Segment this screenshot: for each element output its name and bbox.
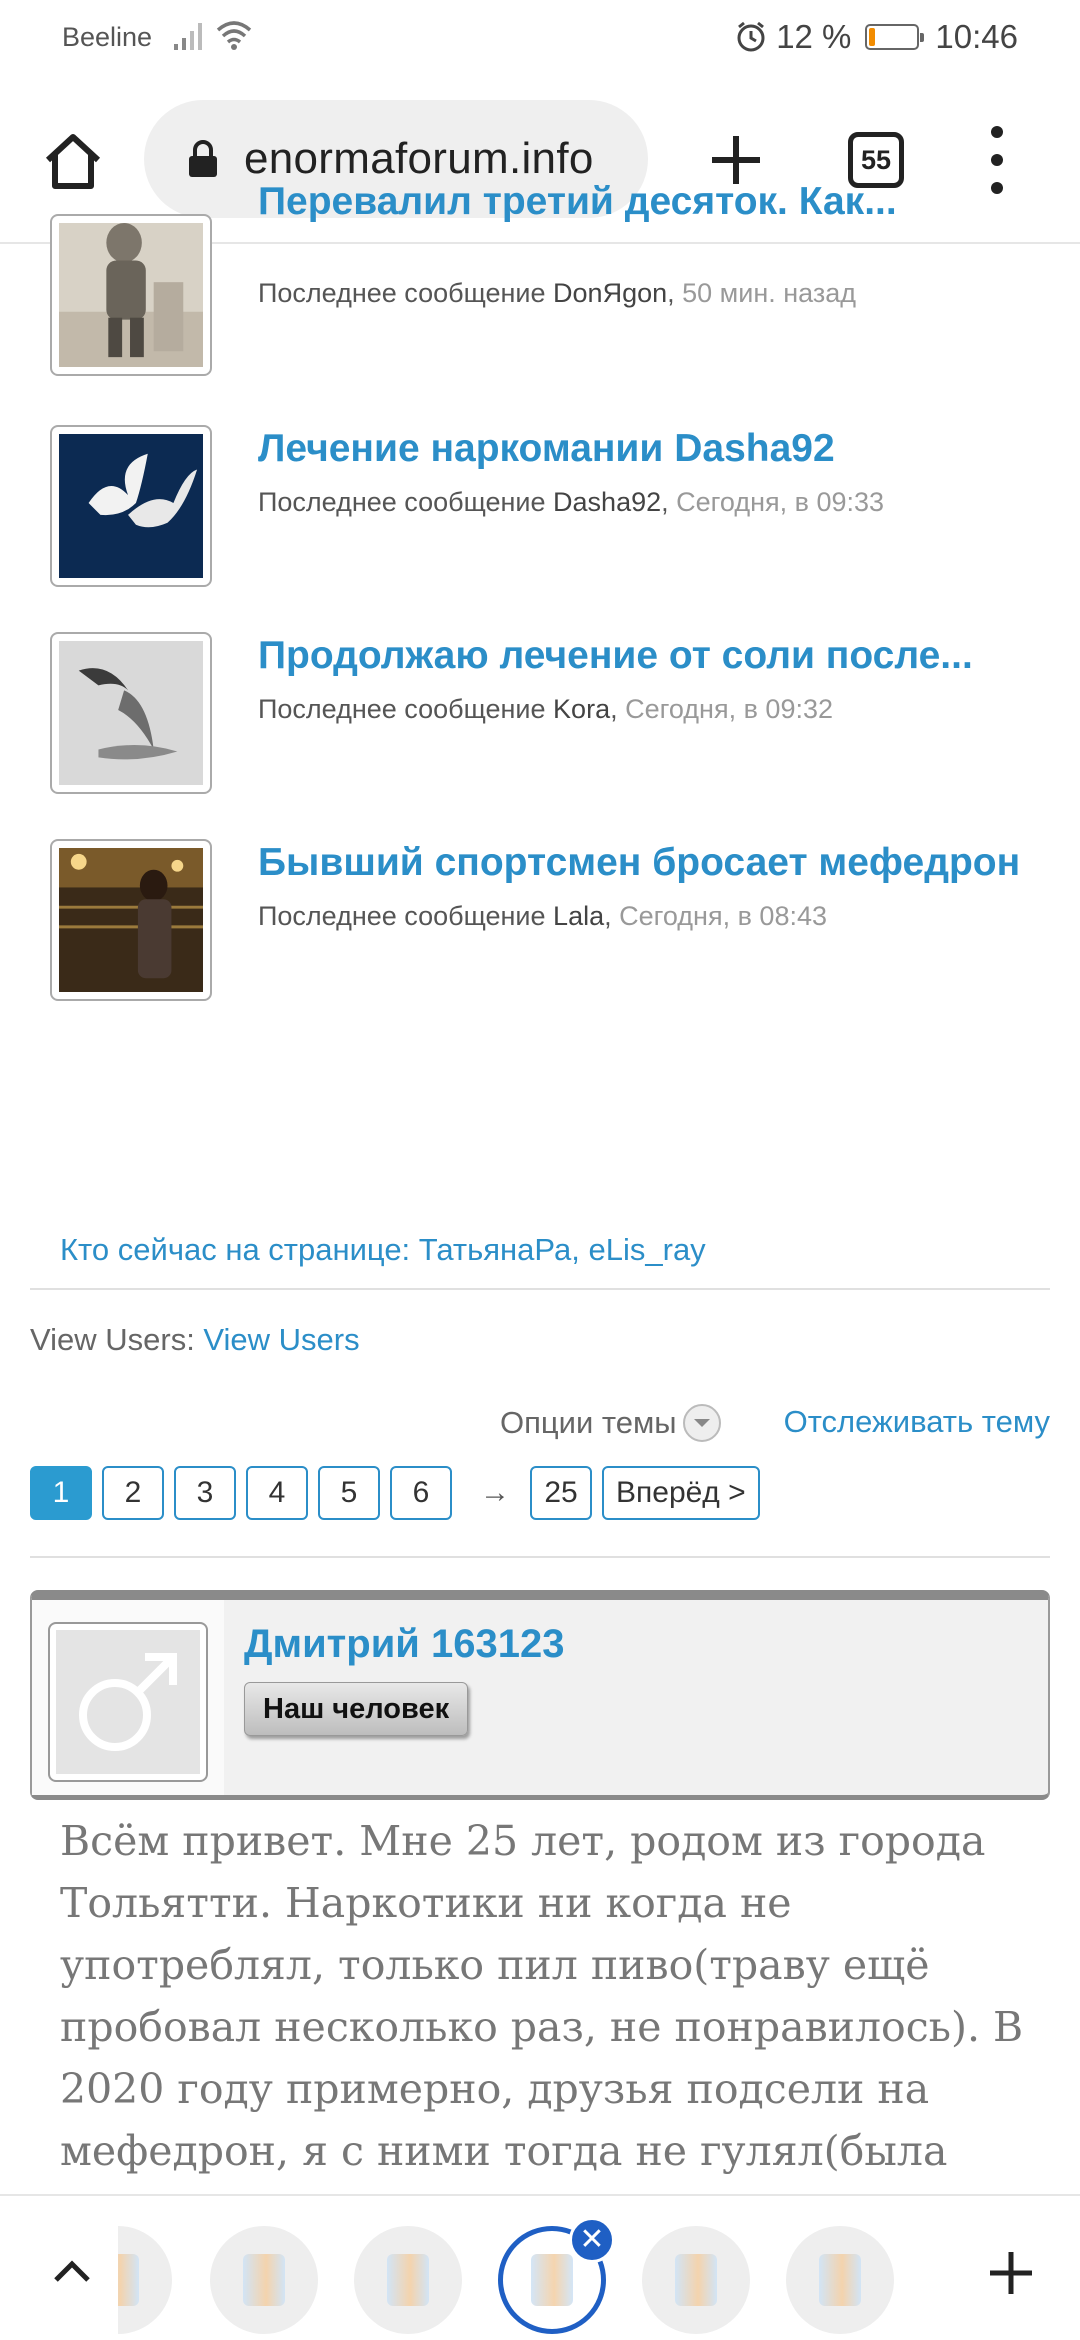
- tab-thumbnail[interactable]: [354, 2226, 462, 2334]
- person-photo: [59, 848, 203, 992]
- home-icon[interactable]: [40, 128, 106, 194]
- thread-item[interactable]: Продолжаю лечение от соли после... После…: [50, 632, 1050, 796]
- clock: 10:46: [935, 18, 1018, 55]
- user-rank-badge: Наш человек: [244, 1682, 469, 1736]
- thread-meta: Последнее сообщение Kora, Сегодня, в 09:…: [258, 694, 834, 724]
- next-page-button[interactable]: Вперёд >: [602, 1466, 760, 1520]
- child-photo: [59, 223, 203, 367]
- new-tab-icon[interactable]: [986, 2248, 1036, 2298]
- thread-thumbnail[interactable]: [50, 632, 212, 794]
- tab-thumbnail[interactable]: [642, 2226, 750, 2334]
- follow-topic-link[interactable]: Отслеживать тему: [784, 1404, 1050, 1440]
- battery-icon: [865, 24, 925, 50]
- thread-item[interactable]: Перевалил третий десяток. Как... Последн…: [50, 180, 1050, 378]
- browser-menu-icon[interactable]: [982, 126, 1012, 194]
- post-author[interactable]: Дмитрий 163123: [244, 1622, 564, 1667]
- topic-options-label[interactable]: Опции темы: [500, 1405, 677, 1441]
- view-users: View Users: View Users: [30, 1322, 360, 1358]
- divider: [30, 1556, 1050, 1558]
- avatar[interactable]: [48, 1622, 208, 1782]
- wifi-icon: [216, 21, 252, 50]
- last-post-time: Сегодня, в 09:33: [676, 487, 885, 517]
- chevron-up-icon[interactable]: [48, 2248, 96, 2296]
- page-3[interactable]: 3: [174, 1466, 236, 1520]
- thread-meta: Последнее сообщение DonЯgon, 50 мин. наз…: [258, 278, 857, 308]
- dropdown-arrow-icon[interactable]: [682, 1404, 721, 1442]
- viewers-label: Кто сейчас на странице:: [60, 1232, 419, 1267]
- pagination-arrow: →: [480, 1476, 510, 1509]
- status-bar: Beeline 12 % 10:46: [0, 0, 1080, 76]
- tab-strip: ✕: [0, 2194, 1080, 2340]
- last-post-label: Последнее сообщение: [258, 278, 554, 308]
- url-text[interactable]: enormaforum.info: [244, 134, 594, 184]
- thread-meta: Последнее сообщение Dasha92, Сегодня, в …: [258, 487, 885, 517]
- thread-thumbnail[interactable]: [50, 214, 212, 376]
- thread-title[interactable]: Продолжаю лечение от соли после...: [258, 634, 973, 678]
- thread-meta: Последнее сообщение Lala, Сегодня, в 08:…: [258, 901, 828, 931]
- tab-thumbnail[interactable]: [786, 2226, 894, 2334]
- tab-count: 55: [860, 144, 892, 175]
- page-last[interactable]: 25: [530, 1466, 592, 1520]
- post-body: Всём привет. Мне 25 лет, родом из города…: [60, 1817, 1024, 2175]
- page-2[interactable]: 2: [102, 1466, 164, 1520]
- page-5[interactable]: 5: [318, 1466, 380, 1520]
- carrier-name: Beeline: [62, 22, 153, 52]
- page-6[interactable]: 6: [390, 1466, 452, 1520]
- topic-options[interactable]: Опции темы: [500, 1404, 721, 1442]
- alarm-icon: [737, 21, 765, 52]
- pagination: 1 2 3 4 5 6 → 25 Вперёд >: [30, 1466, 770, 1520]
- battery-fill: [869, 28, 876, 46]
- male-symbol-icon: [56, 1630, 200, 1774]
- thread-thumbnail[interactable]: [50, 425, 212, 587]
- signal-icon: [174, 23, 202, 50]
- tab-thumbnail[interactable]: [210, 2226, 318, 2334]
- post-header: Дмитрий 163123 Наш человек: [30, 1590, 1050, 1800]
- doves-photo: [59, 434, 203, 578]
- thread-item[interactable]: Бывший спортсмен бросает мефедрон Послед…: [50, 839, 1050, 1003]
- last-post-user[interactable]: Lala: [553, 901, 604, 931]
- divider: [30, 1288, 1050, 1290]
- page-1[interactable]: 1: [30, 1466, 92, 1520]
- last-post-user[interactable]: Kora: [553, 694, 610, 724]
- current-tab-thumbnail[interactable]: ✕: [498, 2217, 615, 2334]
- last-post-time: 50 мин. назад: [682, 278, 857, 308]
- view-users-link[interactable]: View Users: [203, 1322, 359, 1357]
- last-post-time: Сегодня, в 08:43: [619, 901, 828, 931]
- viewers-list[interactable]: ТатьянаРа, eLis_ray: [419, 1232, 706, 1267]
- status-right: 12 % 10:46: [734, 18, 1018, 56]
- last-post-user[interactable]: Dasha92: [553, 487, 661, 517]
- last-post-label: Последнее сообщение: [258, 487, 554, 517]
- last-post-time: Сегодня, в 09:32: [625, 694, 834, 724]
- lock-icon[interactable]: [186, 139, 220, 179]
- last-post-user[interactable]: DonЯgon: [553, 278, 667, 308]
- close-tab-icon[interactable]: ✕: [569, 2217, 615, 2263]
- page-4[interactable]: 4: [246, 1466, 308, 1520]
- thread-thumbnail[interactable]: [50, 839, 212, 1001]
- thread-title[interactable]: Лечение наркомании Dasha92: [258, 427, 835, 471]
- thread-title[interactable]: Перевалил третий десяток. Как...: [258, 180, 897, 224]
- bird-photo: [59, 641, 203, 785]
- last-post-label: Последнее сообщение: [258, 694, 554, 724]
- view-users-label: View Users:: [30, 1322, 204, 1357]
- thread-title[interactable]: Бывший спортсмен бросает мефедрон: [258, 841, 1020, 885]
- last-post-label: Последнее сообщение: [258, 901, 554, 931]
- page-viewers: Кто сейчас на странице: ТатьянаРа, eLis_…: [60, 1232, 706, 1268]
- thread-item[interactable]: Лечение наркомании Dasha92 Последнее соо…: [50, 425, 1050, 589]
- battery-percent: 12 %: [776, 18, 852, 55]
